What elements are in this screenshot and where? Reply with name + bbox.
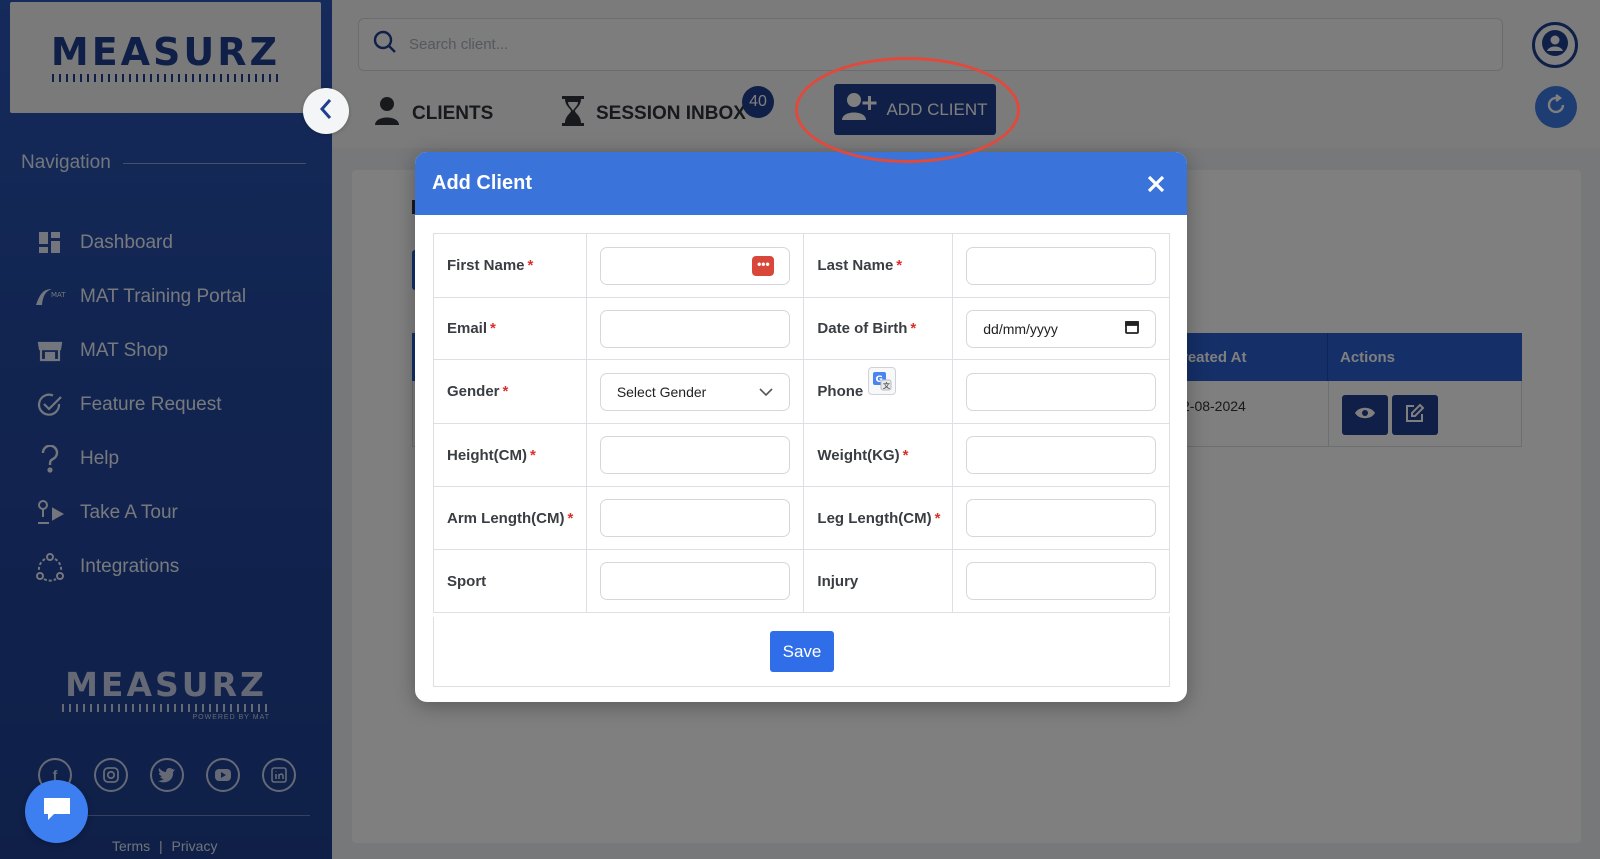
date-of-birth-value: dd/mm/yyyy (983, 320, 1058, 337)
close-button[interactable] (1142, 170, 1170, 198)
chat-widget-button[interactable] (25, 780, 88, 843)
arm-length-cell (585, 486, 805, 550)
calendar-icon[interactable] (1125, 320, 1139, 337)
leg-length-input[interactable] (966, 499, 1156, 537)
height-cell (585, 423, 805, 487)
leg-length-label: Leg Length(CM) * (803, 486, 954, 550)
weight-input[interactable] (966, 436, 1156, 474)
last-name-label: Last Name * (803, 233, 954, 298)
chat-icon (42, 796, 72, 827)
gender-select[interactable]: Select Gender (599, 372, 791, 411)
google-translate-icon[interactable]: G文 (868, 367, 897, 395)
gender-label: Gender * (433, 359, 587, 424)
form-row: Arm Length(CM) * Leg Length(CM) * (433, 486, 1170, 550)
sport-cell (585, 549, 805, 613)
first-name-label: First Name * (433, 233, 587, 298)
date-of-birth-input[interactable]: dd/mm/yyyy (966, 309, 1156, 348)
injury-label: Injury (803, 549, 954, 613)
sport-label: Sport (433, 549, 587, 613)
save-button[interactable]: Save (770, 631, 834, 672)
phone-label: Phone G文 (803, 359, 954, 424)
email-input[interactable] (599, 309, 791, 348)
form-row: Height(CM) * Weight(KG) * (433, 423, 1170, 487)
injury-cell (952, 549, 1170, 613)
password-manager-icon[interactable]: ••• (752, 255, 775, 276)
date-of-birth-label: Date of Birth * (803, 297, 954, 360)
last-name-input[interactable] (966, 246, 1156, 285)
phone-cell (952, 359, 1170, 424)
gender-selected-value: Select Gender (616, 383, 707, 400)
modal-title: Add Client (432, 172, 532, 194)
first-name-input[interactable]: ••• (599, 246, 791, 285)
form-row: Gender * Select Gender Phone G文 (433, 359, 1170, 424)
phone-input[interactable] (966, 372, 1156, 411)
email-cell (585, 297, 805, 360)
height-input[interactable] (599, 436, 791, 474)
date-of-birth-cell: dd/mm/yyyy (952, 297, 1170, 360)
arm-length-input[interactable] (599, 499, 791, 537)
gender-cell: Select Gender (585, 359, 805, 424)
sport-input[interactable] (599, 562, 791, 600)
injury-input[interactable] (966, 562, 1156, 600)
add-client-modal: Add Client First Name * ••• Last Name * Em… (415, 152, 1187, 702)
sidebar-collapse-button[interactable] (303, 88, 349, 134)
form-row: Sport Injury (433, 549, 1170, 613)
highlight-annotation (795, 57, 1020, 163)
form-row: First Name * ••• Last Name * (433, 233, 1170, 298)
add-client-form: First Name * ••• Last Name * Email * Date o… (433, 233, 1170, 613)
chevron-down-icon (759, 384, 773, 400)
email-label: Email * (433, 297, 587, 360)
chevron-left-icon (319, 98, 333, 125)
form-row: Email * Date of Birth * dd/mm/yyyy (433, 297, 1170, 360)
last-name-cell (952, 233, 1170, 298)
weight-label: Weight(KG) * (803, 423, 954, 487)
height-label: Height(CM) * (433, 423, 587, 487)
modal-header: Add Client (415, 152, 1187, 215)
weight-cell (952, 423, 1170, 487)
arm-length-label: Arm Length(CM) * (433, 486, 587, 550)
first-name-cell: ••• (585, 233, 805, 298)
leg-length-cell (952, 486, 1170, 550)
svg-text:文: 文 (883, 381, 891, 390)
